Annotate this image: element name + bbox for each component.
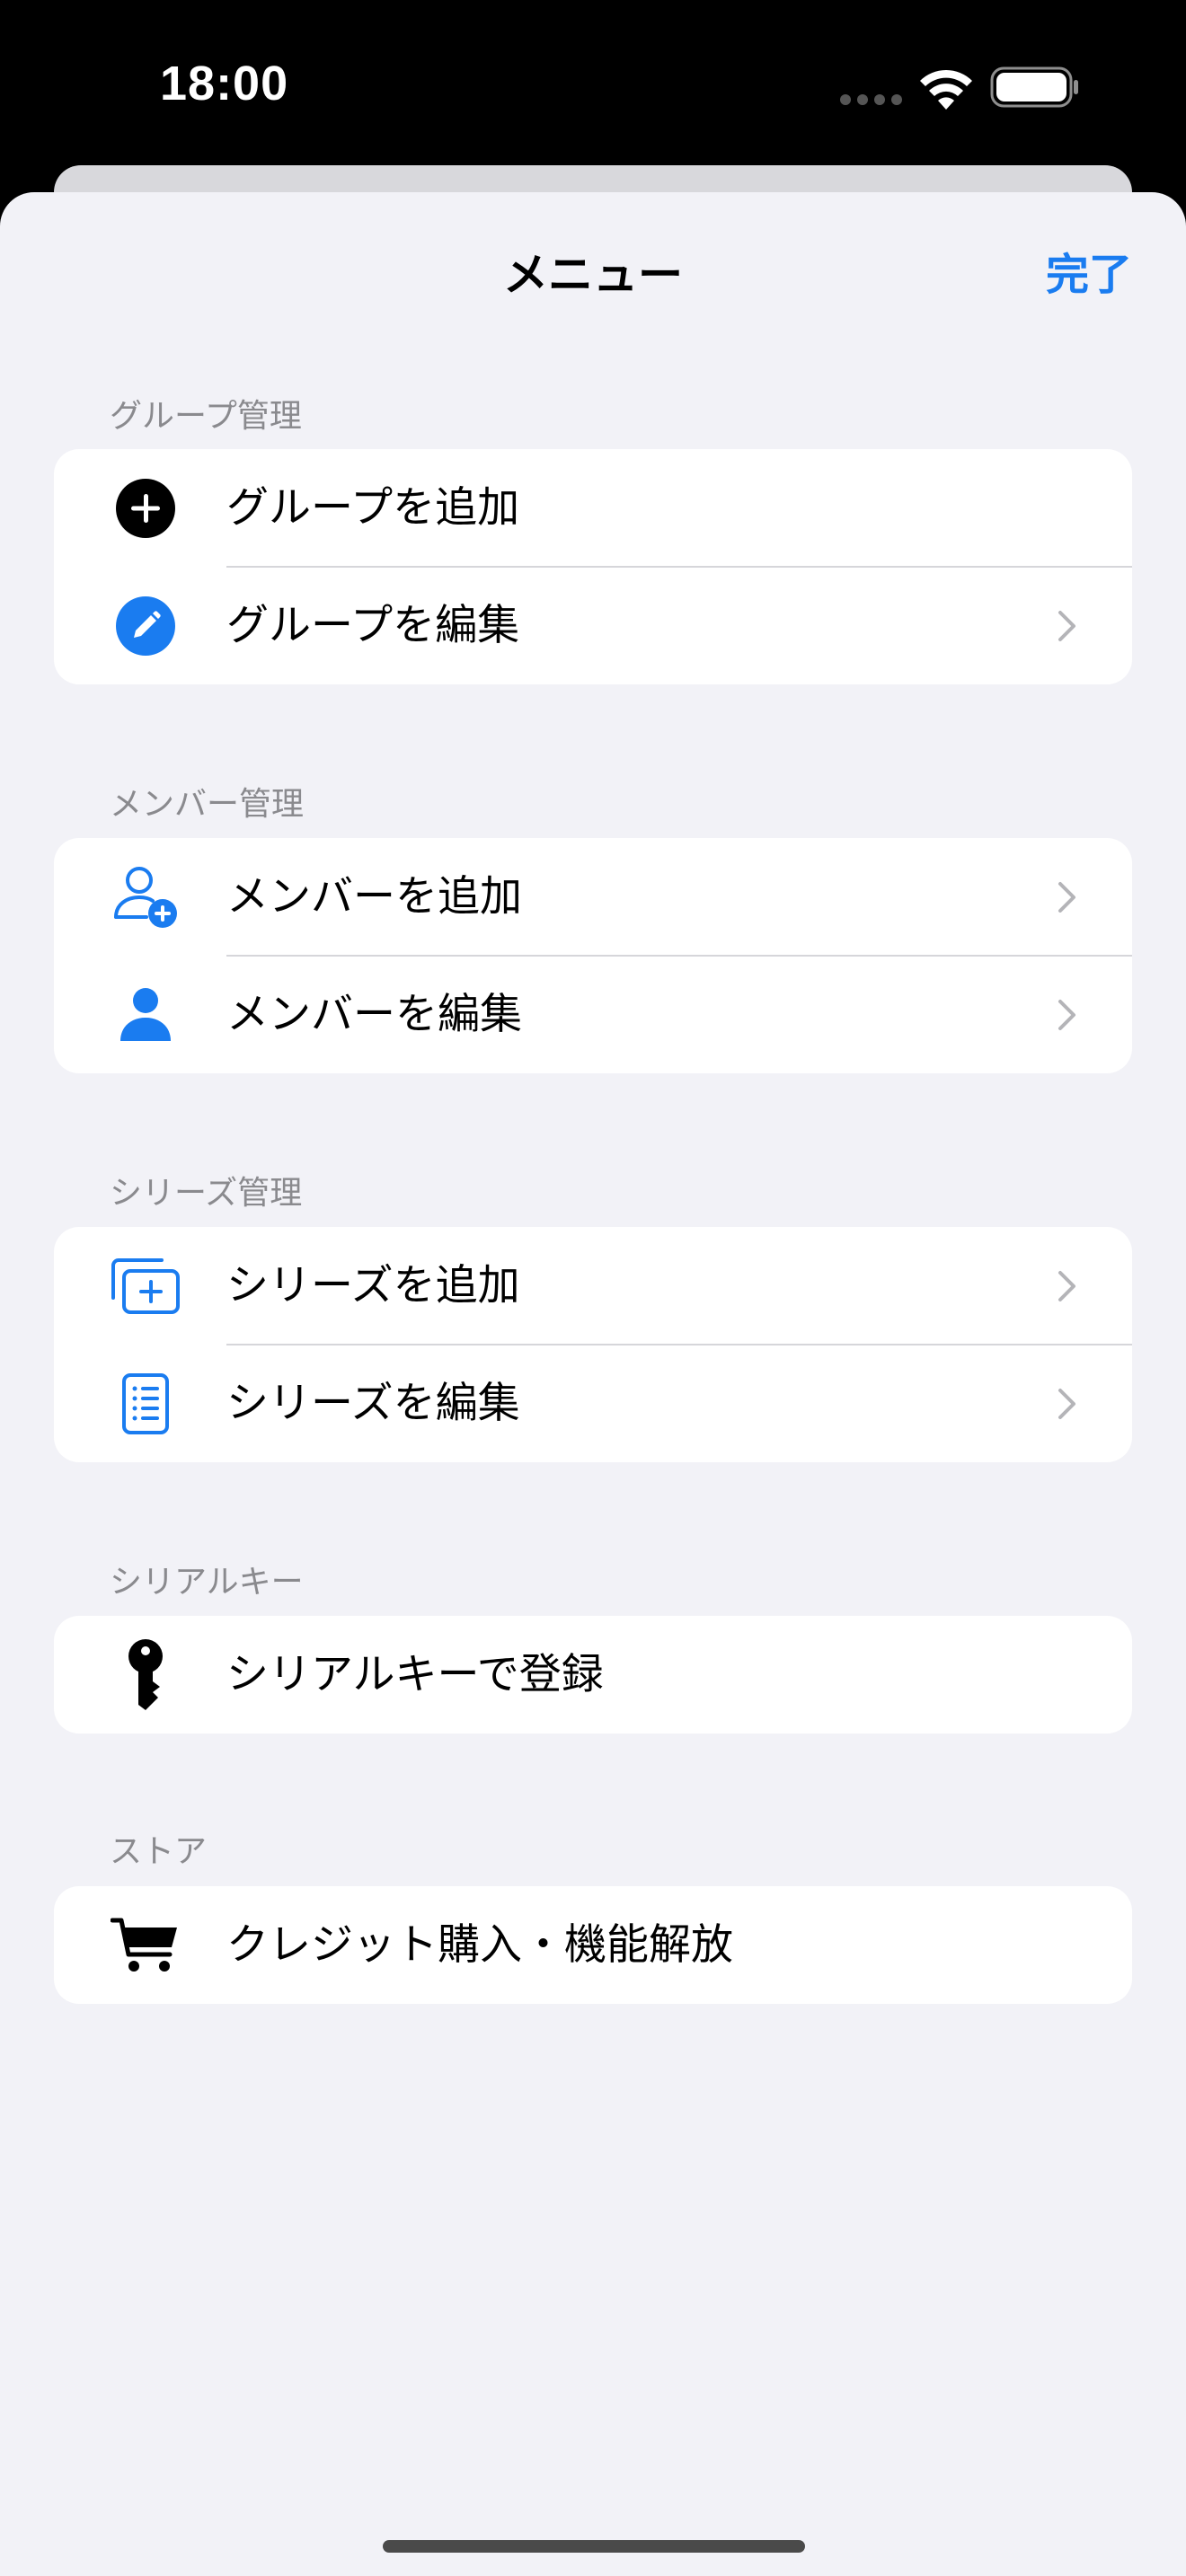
- section-header-group: グループ管理: [110, 398, 302, 435]
- add-member-row[interactable]: メンバーを追加: [54, 838, 1132, 957]
- group-management-list: グループを追加 グループを編集: [54, 449, 1132, 684]
- chevron-right-icon: [1058, 882, 1075, 913]
- pencil-circle-icon: [110, 595, 181, 657]
- cart-icon: [110, 1915, 181, 1976]
- chevron-right-icon: [1058, 1271, 1075, 1301]
- add-series-row[interactable]: シリーズを追加: [54, 1227, 1132, 1345]
- add-member-label: メンバーを追加: [226, 872, 522, 922]
- section-header-serial-key: シリアルキー: [110, 1564, 304, 1601]
- register-serial-key-label: シリアルキーで登録: [226, 1650, 604, 1699]
- edit-series-row[interactable]: シリーズを編集: [54, 1345, 1132, 1462]
- cellular-dots-icon: [840, 94, 902, 105]
- edit-member-label: メンバーを編集: [226, 990, 522, 1039]
- member-management-list: メンバーを追加 メンバーを編集: [54, 838, 1132, 1073]
- wifi-icon: [920, 69, 972, 110]
- status-bar: 18:00: [0, 0, 1186, 171]
- home-indicator: [383, 2540, 805, 2553]
- purchase-credits-label: クレジット購入・機能解放: [226, 1920, 733, 1970]
- section-header-store: ストア: [110, 1833, 208, 1870]
- edit-series-label: シリーズを編集: [226, 1379, 520, 1428]
- edit-member-row[interactable]: メンバーを編集: [54, 956, 1132, 1073]
- add-group-label: グループを追加: [226, 483, 520, 533]
- add-series-label: シリーズを追加: [226, 1261, 520, 1310]
- chevron-right-icon: [1058, 1389, 1075, 1419]
- edit-group-label: グループを編集: [226, 601, 520, 650]
- battery-icon: [990, 66, 1078, 108]
- done-button[interactable]: 完了: [1046, 239, 1132, 302]
- register-serial-key-row[interactable]: シリアルキーで登録: [54, 1616, 1132, 1734]
- store-list: クレジット購入・機能解放: [54, 1886, 1132, 2004]
- menu-sheet: メニュー 完了 グループ管理 グループを追加 グループを編集 メンバー管理 メン…: [0, 192, 1186, 2576]
- chevron-right-icon: [1058, 1000, 1075, 1030]
- list-document-icon: [110, 1373, 181, 1434]
- purchase-credits-row[interactable]: クレジット購入・機能解放: [54, 1886, 1132, 2004]
- square-stack-plus-icon: [110, 1256, 181, 1317]
- plus-circle-icon: [110, 478, 181, 539]
- page-title: メニュー: [503, 249, 683, 301]
- person-icon: [110, 984, 181, 1045]
- section-header-series: シリーズ管理: [110, 1175, 303, 1212]
- series-management-list: シリーズを追加 シリーズを編集: [54, 1227, 1132, 1462]
- edit-group-row[interactable]: グループを編集: [54, 567, 1132, 684]
- add-group-row[interactable]: グループを追加: [54, 449, 1132, 568]
- status-time: 18:00: [160, 57, 289, 110]
- serial-key-list: シリアルキーで登録: [54, 1616, 1132, 1734]
- chevron-right-icon: [1058, 611, 1075, 641]
- section-header-member: メンバー管理: [110, 786, 305, 823]
- key-icon: [110, 1639, 181, 1710]
- person-badge-plus-icon: [110, 867, 181, 928]
